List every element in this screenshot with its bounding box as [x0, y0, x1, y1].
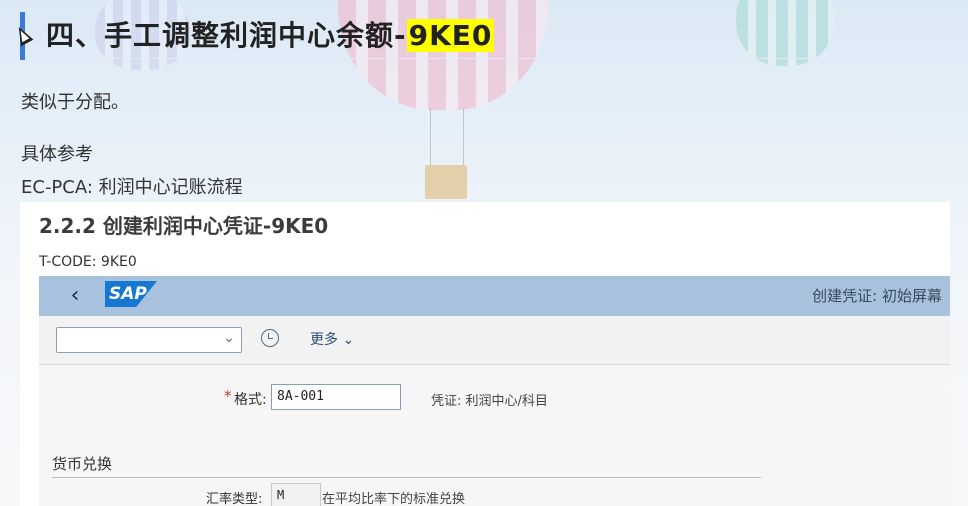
more-menu-button[interactable]: 更多 ⌄	[310, 329, 354, 349]
sap-window: ‹ SAP 创建凭证: 初始屏幕 ⌄ 更多 ⌄ * 格式: 8A-001 凭证:…	[39, 276, 950, 506]
command-field[interactable]: ⌄	[56, 327, 242, 353]
chevron-down-icon: ⌄	[338, 332, 355, 348]
more-label: 更多	[310, 332, 338, 348]
reference-link[interactable]: EC-PCA: 利润中心记账流程	[21, 173, 243, 199]
balloon-basket	[425, 165, 467, 199]
format-field[interactable]: 8A-001	[271, 384, 401, 410]
sap-logo: SAP	[105, 281, 157, 307]
history-icon[interactable]	[261, 329, 279, 347]
required-asterisk-icon: *	[224, 387, 232, 405]
initial-screen-form: * 格式: 8A-001 凭证: 利润中心/科目 货币兑换 汇率类型: M 在平…	[39, 365, 950, 506]
chevron-down-icon[interactable]: ⌄	[223, 330, 235, 346]
rate-type-description: 在平均比率下的标准兑换	[322, 492, 466, 506]
mouse-cursor-icon	[12, 23, 34, 47]
rate-type-field[interactable]: M	[271, 483, 321, 506]
heading-text: 四、手工调整利润中心余额-	[46, 19, 407, 52]
format-description: 凭证: 利润中心/科目	[431, 394, 548, 409]
format-label: 格式:	[234, 392, 267, 408]
section-divider	[52, 477, 761, 478]
screen-title: 创建凭证: 初始屏幕	[812, 287, 942, 305]
balloon-ropes	[430, 108, 464, 166]
heading-divider	[46, 58, 950, 59]
rate-type-label: 汇率类型:	[206, 492, 263, 506]
sap-toolbar: ⌄ 更多 ⌄	[39, 316, 950, 365]
tcode-label: T-CODE: 9KE0	[39, 254, 137, 270]
section-heading: 四、手工调整利润中心余额-9KE0	[46, 14, 495, 54]
balloon-decoration-teal	[736, 0, 834, 66]
reference-label: 具体参考	[21, 144, 93, 165]
currency-section-title: 货币兑换	[52, 455, 113, 473]
embedded-doc-screenshot: 2.2.2 创建利润中心凭证-9KE0 T-CODE: 9KE0 ‹ SAP 创…	[20, 202, 950, 506]
back-chevron-icon[interactable]: ‹	[65, 284, 85, 308]
heading-highlighted-code: 9KE0	[406, 19, 495, 52]
sap-header-bar: ‹ SAP 创建凭证: 初始屏幕	[39, 276, 950, 316]
doc-title: 2.2.2 创建利润中心凭证-9KE0	[39, 214, 329, 238]
intro-text: 类似于分配。	[21, 92, 129, 113]
